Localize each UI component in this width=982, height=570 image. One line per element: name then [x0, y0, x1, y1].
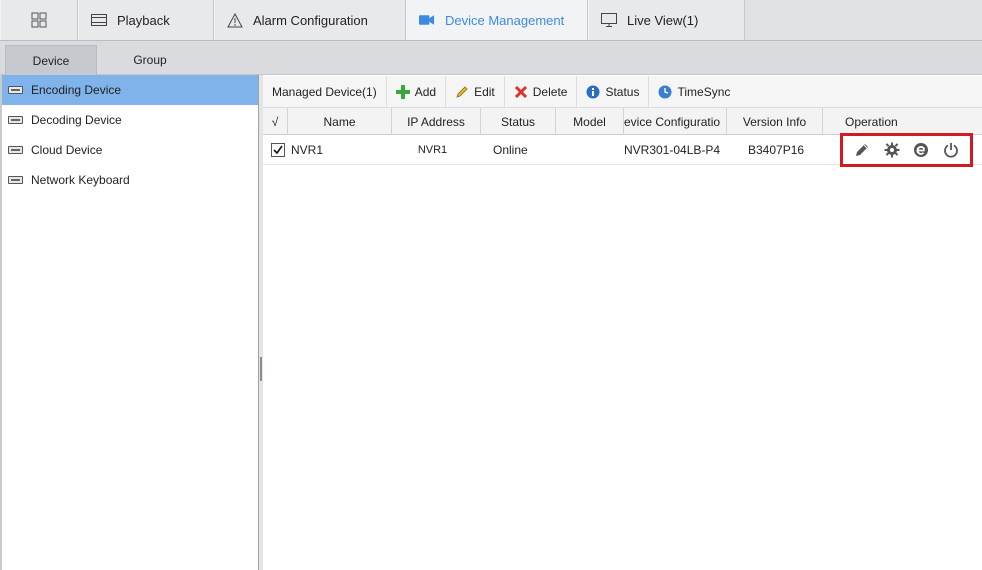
edit-pencil-icon[interactable] — [853, 141, 871, 159]
device-icon — [8, 86, 23, 94]
add-button-label: Add — [414, 84, 437, 99]
tree-item-label: Cloud Device — [31, 143, 103, 157]
column-header-status[interactable]: Status — [481, 108, 556, 135]
timesync-button-label: TimeSync — [677, 84, 731, 99]
device-icon — [8, 116, 23, 124]
playback-icon — [91, 13, 107, 27]
keyboard-icon — [8, 176, 23, 184]
browser-e-icon[interactable] — [912, 141, 930, 159]
cell-device-configuration: NVR301-04LB-P4 — [624, 143, 721, 157]
clock-icon — [658, 85, 672, 99]
cell-ip-address: NVR1 — [417, 144, 448, 156]
column-header-device-configuration[interactable]: evice Configuratio — [624, 108, 727, 135]
tab-live-view-label: Live View(1) — [627, 12, 699, 28]
status-button[interactable]: Status — [577, 75, 650, 108]
tab-home[interactable] — [0, 0, 78, 40]
settings-gear-icon[interactable] — [883, 141, 901, 159]
sub-tab-bar: Device Group — [0, 41, 982, 75]
add-button[interactable]: Add — [387, 75, 447, 108]
column-header-select[interactable]: √ — [263, 108, 288, 135]
status-button-label: Status — [605, 84, 640, 99]
tab-device-management-label: Device Management — [445, 12, 565, 28]
cell-model — [556, 135, 624, 165]
alarm-icon — [227, 12, 243, 27]
tab-device-management[interactable]: Device Management — [406, 0, 588, 40]
tree-item-cloud-device[interactable]: Cloud Device — [2, 135, 258, 165]
column-header-operation: Operation — [845, 114, 898, 129]
column-header-name[interactable]: Name — [288, 108, 392, 135]
managed-device-count: Managed Device(1) — [263, 75, 387, 108]
column-header-model[interactable]: Model — [556, 108, 624, 135]
grid-icon — [31, 12, 47, 28]
table-header: √ Name IP Address Status Model evice Con… — [263, 108, 982, 135]
timesync-button[interactable]: TimeSync — [649, 76, 739, 108]
cell-version-info: B3407P16 — [748, 143, 805, 157]
info-icon — [586, 85, 600, 99]
tree-item-decoding-device[interactable]: Decoding Device — [2, 105, 258, 135]
column-header-version-info[interactable]: Version Info — [727, 108, 823, 135]
tab-alarm-configuration[interactable]: Alarm Configuration — [214, 0, 406, 40]
row-checkbox-cell — [263, 135, 288, 165]
checkmark-icon — [272, 145, 283, 155]
device-icon — [8, 146, 23, 154]
cell-name: NVR1 — [291, 143, 324, 157]
camera-icon — [419, 13, 435, 27]
subtab-device[interactable]: Device — [5, 45, 97, 75]
row-checkbox[interactable] — [270, 143, 285, 157]
monitor-icon — [601, 13, 617, 27]
subtab-group[interactable]: Group — [104, 45, 196, 75]
power-icon[interactable] — [942, 141, 960, 159]
pencil-icon — [455, 85, 469, 99]
cell-status: Online — [493, 143, 528, 157]
operation-icons-highlight — [840, 133, 973, 167]
tab-live-view[interactable]: Live View(1) — [588, 0, 745, 40]
tree-item-label: Encoding Device — [31, 83, 122, 97]
device-type-list: Encoding Device Decoding Device Cloud De… — [0, 75, 259, 570]
device-toolbar: Managed Device(1) Add Edit Delete Status… — [263, 75, 982, 108]
tab-alarm-configuration-label: Alarm Configuration — [253, 12, 368, 28]
tree-item-label: Decoding Device — [31, 113, 122, 127]
edit-button[interactable]: Edit — [446, 75, 505, 108]
delete-x-icon — [514, 85, 528, 99]
plus-icon — [395, 84, 410, 99]
tree-item-label: Network Keyboard — [31, 173, 130, 187]
delete-button[interactable]: Delete — [505, 75, 578, 108]
managed-device-label: Managed Device(1) — [272, 84, 377, 99]
delete-button-label: Delete — [532, 84, 568, 99]
tab-playback-label: Playback — [117, 12, 170, 28]
tree-item-encoding-device[interactable]: Encoding Device — [2, 75, 258, 105]
top-tab-bar: Playback Alarm Configuration Device Mana… — [0, 0, 982, 41]
tree-item-network-keyboard[interactable]: Network Keyboard — [2, 165, 258, 195]
tab-playback[interactable]: Playback — [78, 0, 214, 40]
splitter-grip[interactable] — [260, 357, 262, 381]
column-header-ip-address[interactable]: IP Address — [392, 108, 481, 135]
edit-button-label: Edit — [474, 84, 495, 99]
